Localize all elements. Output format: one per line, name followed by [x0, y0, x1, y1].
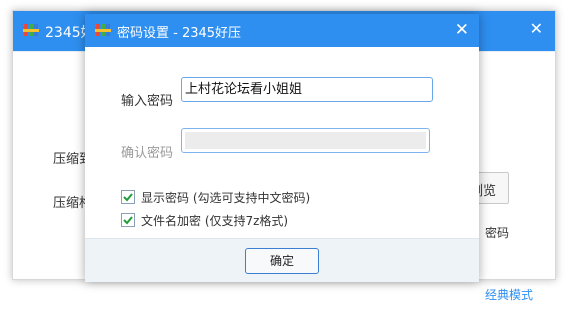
dialog-body: 输入密码 上村花论坛看小姐姐 确认密码 显示密码 (勾选可支持中文密码) 文件名…	[85, 47, 479, 238]
dialog-footer: 确定	[85, 238, 479, 282]
show-password-checkbox[interactable]	[121, 190, 135, 204]
password-option-text: 密码	[485, 226, 510, 240]
app-logo-icon	[95, 24, 111, 36]
ok-button[interactable]: 确定	[245, 248, 319, 274]
confirm-password-disabled-fill	[185, 132, 426, 149]
encrypt-filenames-checkbox[interactable]	[121, 213, 135, 227]
dialog-title: 密码设置 - 2345好压	[117, 26, 242, 41]
password-dialog: 密码设置 - 2345好压 ✕ 输入密码 上村花论坛看小姐姐 确认密码 显示密码…	[85, 14, 479, 282]
dialog-titlebar: 密码设置 - 2345好压 ✕	[85, 14, 479, 47]
password-input[interactable]: 上村花论坛看小姐姐	[181, 77, 433, 102]
show-password-label: 显示密码 (勾选可支持中文密码)	[141, 191, 311, 205]
checkmark-icon	[123, 193, 133, 202]
classic-mode-link[interactable]: 经典模式	[485, 286, 533, 303]
checkmark-icon	[123, 216, 133, 225]
confirm-password-input[interactable]	[181, 128, 430, 153]
app-logo-icon	[23, 24, 39, 36]
confirm-password-label: 确认密码	[121, 146, 174, 161]
main-close-icon[interactable]: ✕	[530, 19, 543, 38]
dialog-close-icon[interactable]: ✕	[455, 20, 469, 40]
password-label: 输入密码	[121, 94, 174, 109]
encrypt-filenames-label: 文件名加密 (仅支持7z格式)	[141, 214, 289, 228]
